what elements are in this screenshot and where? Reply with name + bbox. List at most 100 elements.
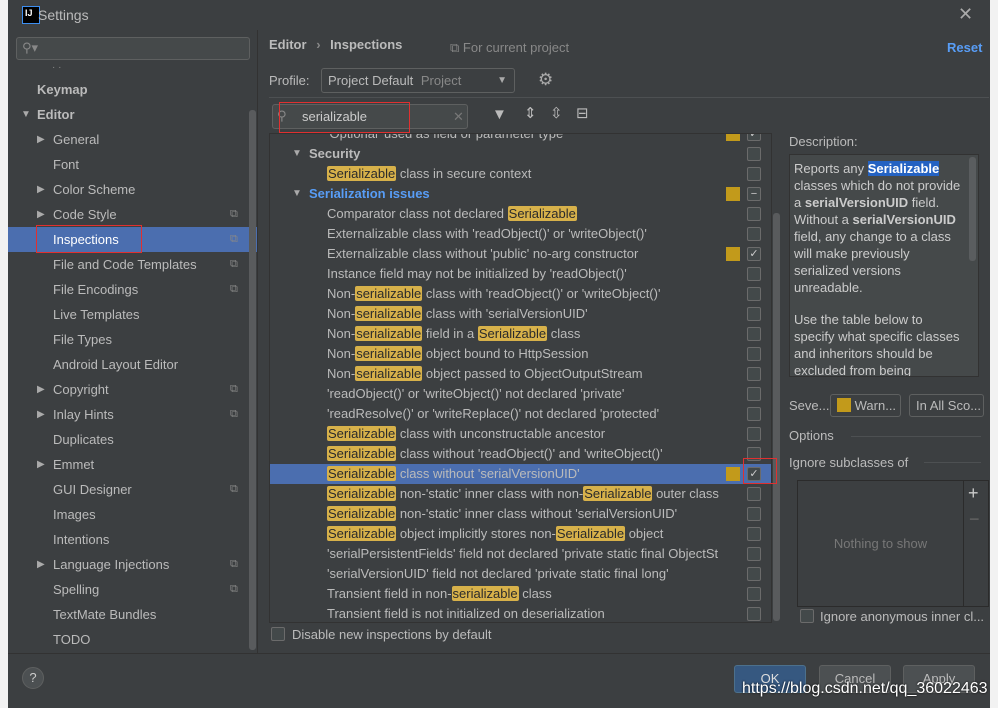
expand-all-icon[interactable]: ⇕ <box>524 104 537 122</box>
list-item[interactable]: Serializable non-'static' inner class wi… <box>270 484 771 504</box>
collapse-all-icon[interactable]: ⇳ <box>550 104 563 122</box>
list-item[interactable]: Comparator class not declared Serializab… <box>270 204 771 224</box>
reset-link[interactable]: Reset <box>947 40 982 55</box>
chevron-down-icon[interactable]: ▼ <box>292 184 302 204</box>
help-button[interactable]: ? <box>22 667 44 689</box>
list-item[interactable]: 'serialPersistentFields' field not decla… <box>270 544 771 564</box>
sidebar-item-gui-designer[interactable]: GUI Designer ⧉ <box>8 477 257 502</box>
sidebar-item-android-layout-editor[interactable]: Android Layout Editor <box>8 352 257 377</box>
enabled-checkbox[interactable] <box>747 507 761 521</box>
list-item[interactable]: Externalizable class with 'readObject()'… <box>270 224 771 244</box>
sidebar-item-color-scheme[interactable]: ▶ Color Scheme <box>8 177 257 202</box>
list-item[interactable]: Serializable class with unconstructable … <box>270 424 771 444</box>
enabled-checkbox[interactable]: ✓ <box>747 247 761 261</box>
enabled-checkbox[interactable] <box>747 147 761 161</box>
list-item[interactable]: Externalizable class without 'public' no… <box>270 244 771 264</box>
chevron-right-icon[interactable]: ▶ <box>37 202 45 227</box>
sidebar-item-live-templates[interactable]: Live Templates <box>8 302 257 327</box>
disable-new-checkbox[interactable] <box>271 627 285 641</box>
list-item[interactable]: Transient field is not initialized on de… <box>270 604 771 622</box>
enabled-checkbox[interactable] <box>747 567 761 581</box>
ignore-anonymous-checkbox[interactable] <box>800 609 814 623</box>
chevron-right-icon[interactable]: ▶ <box>37 177 45 202</box>
list-item[interactable]: 'readObject()' or 'writeObject()' not de… <box>270 384 771 404</box>
sidebar-item-images[interactable]: Images <box>8 502 257 527</box>
list-item[interactable]: Serializable class without 'serialVersio… <box>270 464 771 484</box>
enabled-checkbox[interactable]: ✓ <box>747 134 761 141</box>
enabled-checkbox[interactable] <box>747 487 761 501</box>
enabled-checkbox[interactable] <box>747 367 761 381</box>
sidebar-item-general[interactable]: ▶ General <box>8 127 257 152</box>
list-scrollbar[interactable] <box>773 213 780 621</box>
list-item[interactable]: 'Optional' used as field or parameter ty… <box>270 134 771 144</box>
reset-to-default-icon[interactable]: ⊟ <box>576 104 589 122</box>
sidebar-item-emmet[interactable]: ▶ Emmet <box>8 452 257 477</box>
filter-icon[interactable]: ▼ <box>492 106 507 123</box>
sidebar-item-inlay-hints[interactable]: ▶ Inlay Hints ⧉ <box>8 402 257 427</box>
enabled-checkbox[interactable] <box>747 227 761 241</box>
settings-search-input[interactable]: ⚲▾ <box>16 37 250 60</box>
sidebar-item-textmate-bundles[interactable]: TextMate Bundles <box>8 602 257 627</box>
remove-button[interactable]: − <box>969 509 980 530</box>
chevron-right-icon[interactable]: ▶ <box>37 377 45 402</box>
add-button[interactable]: + <box>968 483 979 504</box>
list-item[interactable]: ▼ Security <box>270 144 771 164</box>
sidebar-item-language-injections[interactable]: ▶ Language Injections ⧉ <box>8 552 257 577</box>
list-item[interactable]: Non-serializable class with 'serialVersi… <box>270 304 771 324</box>
sidebar-item-copyright[interactable]: ▶ Copyright ⧉ <box>8 377 257 402</box>
list-item[interactable]: Transient field in non-serializable clas… <box>270 584 771 604</box>
list-item[interactable]: Non-serializable object bound to HttpSes… <box>270 344 771 364</box>
enabled-checkbox[interactable] <box>747 267 761 281</box>
list-item[interactable]: Non-serializable object passed to Object… <box>270 364 771 384</box>
scope-dropdown[interactable]: In All Sco... <box>909 394 984 417</box>
enabled-checkbox[interactable] <box>747 407 761 421</box>
list-item[interactable]: Serializable class without 'readObject()… <box>270 444 771 464</box>
sidebar-item-file-encodings[interactable]: File Encodings ⧉ <box>8 277 257 302</box>
close-icon[interactable]: ✕ <box>958 4 973 25</box>
chevron-right-icon[interactable]: ▶ <box>37 552 45 577</box>
chevron-right-icon[interactable]: ▶ <box>37 452 45 477</box>
sidebar-item-editor[interactable]: ▼ Editor <box>8 102 257 127</box>
enabled-checkbox[interactable]: − <box>747 187 761 201</box>
enabled-checkbox[interactable] <box>747 327 761 341</box>
enabled-checkbox[interactable] <box>747 347 761 361</box>
list-item[interactable]: 'serialVersionUID' field not declared 'p… <box>270 564 771 584</box>
sidebar-item-todo[interactable]: TODO <box>8 627 257 652</box>
chevron-right-icon[interactable]: ▶ <box>37 402 45 427</box>
list-item[interactable]: Non-serializable class with 'readObject(… <box>270 284 771 304</box>
list-item[interactable]: Serializable class in secure context <box>270 164 771 184</box>
sidebar-item-file-types[interactable]: File Types <box>8 327 257 352</box>
sidebar-item-keymap[interactable]: Keymap <box>8 77 257 102</box>
enabled-checkbox[interactable] <box>747 287 761 301</box>
breadcrumb-editor[interactable]: Editor <box>269 37 307 52</box>
enabled-checkbox[interactable] <box>747 547 761 561</box>
enabled-checkbox[interactable] <box>747 607 761 621</box>
enabled-checkbox[interactable] <box>747 527 761 541</box>
severity-dropdown[interactable]: Warn... <box>830 394 901 417</box>
clear-icon[interactable]: ✕ <box>453 109 464 125</box>
profile-dropdown[interactable]: Project Default Project ▼ <box>321 68 515 93</box>
sidebar-item-font[interactable]: Font <box>8 152 257 177</box>
sidebar-scrollbar[interactable] <box>249 110 256 650</box>
enabled-checkbox[interactable] <box>747 387 761 401</box>
chevron-right-icon[interactable]: ▶ <box>37 127 45 152</box>
enabled-checkbox[interactable] <box>747 207 761 221</box>
sidebar-item-spelling[interactable]: Spelling ⧉ <box>8 577 257 602</box>
list-item[interactable]: Serializable object implicitly stores no… <box>270 524 771 544</box>
gear-icon[interactable]: ⚙ <box>538 70 553 90</box>
sidebar-item-file-and-code-templates[interactable]: File and Code Templates ⧉ <box>8 252 257 277</box>
sidebar-item-inspections[interactable]: Inspections ⧉ <box>8 225 257 253</box>
list-item[interactable]: Instance field may not be initialized by… <box>270 264 771 284</box>
sidebar-item-code-style[interactable]: ▶ Code Style ⧉ <box>8 202 257 227</box>
list-item[interactable]: ▼ Serialization issues − <box>270 184 771 204</box>
chevron-down-icon[interactable]: ▼ <box>21 102 31 127</box>
enabled-checkbox[interactable] <box>747 587 761 601</box>
sidebar-item-intentions[interactable]: Intentions <box>8 527 257 552</box>
description-scrollbar[interactable] <box>969 157 976 261</box>
chevron-down-icon[interactable]: ▼ <box>292 144 302 164</box>
enabled-checkbox[interactable] <box>747 307 761 321</box>
sidebar-item-duplicates[interactable]: Duplicates <box>8 427 257 452</box>
list-item[interactable]: Serializable non-'static' inner class wi… <box>270 504 771 524</box>
list-item[interactable]: 'readResolve()' or 'writeReplace()' not … <box>270 404 771 424</box>
list-item[interactable]: Non-serializable field in a Serializable… <box>270 324 771 344</box>
